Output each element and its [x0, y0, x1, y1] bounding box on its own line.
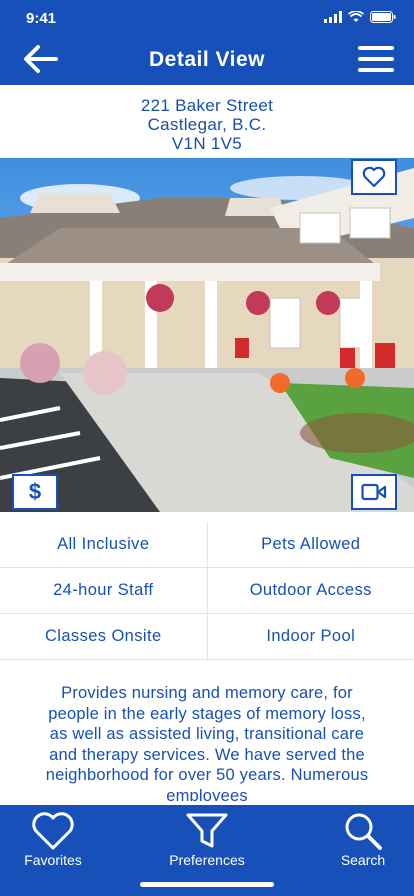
tab-preferences[interactable]: Preferences	[157, 805, 257, 868]
feature-item: Pets Allowed	[206, 522, 414, 567]
page-title: Detail View	[149, 48, 265, 71]
wifi-icon	[348, 11, 364, 22]
status-time: 9:41	[26, 10, 57, 27]
heart-icon	[362, 166, 386, 188]
heart-icon	[32, 812, 74, 850]
price-button[interactable]: $	[12, 474, 58, 510]
tab-search-label: Search	[340, 852, 386, 868]
tab-favorites-label: Favorites	[24, 852, 82, 868]
feature-item: Indoor Pool	[206, 614, 414, 659]
tab-preferences-label: Preferences	[169, 852, 245, 868]
address-line-2: Castlegar, B.C.	[147, 115, 267, 134]
address: 221 Baker Street Castlegar, B.C. V1N 1V5	[0, 96, 414, 153]
tab-favorites[interactable]: Favorites	[3, 805, 103, 868]
facility-illustration	[0, 158, 414, 512]
menu-button[interactable]	[358, 46, 394, 72]
description-text: Provides nursing and memory care, for pe…	[45, 684, 369, 801]
feature-row: 24-hour Staff Outdoor Access	[0, 568, 414, 614]
feature-item: All Inclusive	[57, 535, 150, 553]
tab-search[interactable]: Search	[313, 805, 413, 868]
home-indicator	[140, 882, 274, 887]
video-button[interactable]	[351, 474, 397, 510]
app-header: 9:41 Detail View	[0, 0, 414, 85]
feature-row: Classes Onsite Indoor Pool	[0, 614, 414, 660]
status-icons	[324, 11, 396, 23]
battery-icon	[370, 11, 396, 23]
signal-icon	[324, 11, 342, 23]
feature-item: 24-hour Staff	[53, 581, 154, 599]
features-grid: All Inclusive Pets Allowed 24-hour Staff…	[0, 522, 414, 660]
feature-item: Outdoor Access	[206, 568, 414, 613]
search-icon	[345, 813, 382, 850]
facility-photo	[0, 158, 414, 512]
menu-icon	[358, 46, 394, 50]
video-icon	[361, 483, 387, 501]
address-line-3: V1N 1V5	[171, 134, 243, 153]
dollar-icon: $	[28, 479, 42, 504]
feature-item: Classes Onsite	[44, 627, 162, 645]
favorite-button[interactable]	[351, 159, 397, 195]
feature-row: All Inclusive Pets Allowed	[0, 522, 414, 568]
address-line-1: 221 Baker Street	[140, 96, 274, 115]
filter-icon	[186, 813, 228, 848]
